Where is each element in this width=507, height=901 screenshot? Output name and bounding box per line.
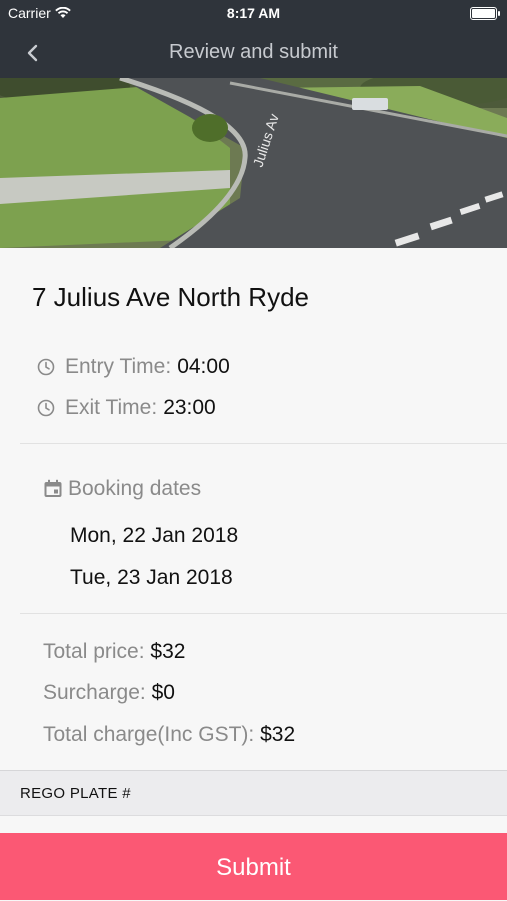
submit-button[interactable]: Submit bbox=[0, 833, 507, 900]
parking-address: 7 Julius Ave North Ryde bbox=[32, 282, 309, 312]
booking-date-item: Tue, 23 Jan 2018 bbox=[70, 566, 233, 589]
surcharge-row: Surcharge: $0 bbox=[43, 681, 175, 705]
street-view-image: Julius Av bbox=[0, 78, 507, 248]
exit-time-row: Exit Time: 23:00 bbox=[37, 396, 216, 420]
street-photo: Julius Av bbox=[0, 78, 507, 248]
total-charge-value: $32 bbox=[260, 723, 296, 746]
entry-time-value: 04:00 bbox=[177, 355, 230, 378]
nav-bar: Review and submit bbox=[0, 28, 507, 78]
battery-icon bbox=[470, 7, 500, 20]
entry-time-row: Entry Time: 04:00 bbox=[37, 355, 230, 379]
booking-dates-label: Booking dates bbox=[68, 477, 202, 500]
status-time: 8:17 AM bbox=[226, 5, 281, 21]
total-charge-label: Total charge(Inc GST): bbox=[43, 723, 255, 746]
total-price-value: $32 bbox=[150, 640, 186, 663]
clock-icon bbox=[37, 358, 55, 376]
page-title: Review and submit bbox=[169, 41, 338, 63]
total-charge-row: Total charge(Inc GST): $32 bbox=[43, 723, 295, 747]
total-price-label: Total price: bbox=[43, 640, 145, 663]
surcharge-label: Surcharge: bbox=[43, 681, 146, 704]
divider bbox=[20, 613, 507, 614]
rego-plate-label: REGO PLATE # bbox=[20, 785, 131, 802]
exit-time-value: 23:00 bbox=[163, 396, 216, 419]
total-price-row: Total price: $32 bbox=[43, 640, 185, 664]
surcharge-value: $0 bbox=[151, 681, 175, 704]
rego-plate-section[interactable]: REGO PLATE # bbox=[0, 770, 507, 816]
battery-level bbox=[472, 9, 495, 18]
booking-dates-header: Booking dates bbox=[43, 477, 201, 501]
divider bbox=[20, 443, 507, 444]
entry-time-label: Entry Time: bbox=[65, 355, 172, 378]
booking-date-item: Mon, 22 Jan 2018 bbox=[70, 524, 239, 547]
status-bar: Carrier 8:17 AM bbox=[0, 0, 507, 28]
exit-time-label: Exit Time: bbox=[65, 396, 158, 419]
clock-icon bbox=[37, 399, 55, 417]
calendar-icon bbox=[44, 479, 62, 497]
